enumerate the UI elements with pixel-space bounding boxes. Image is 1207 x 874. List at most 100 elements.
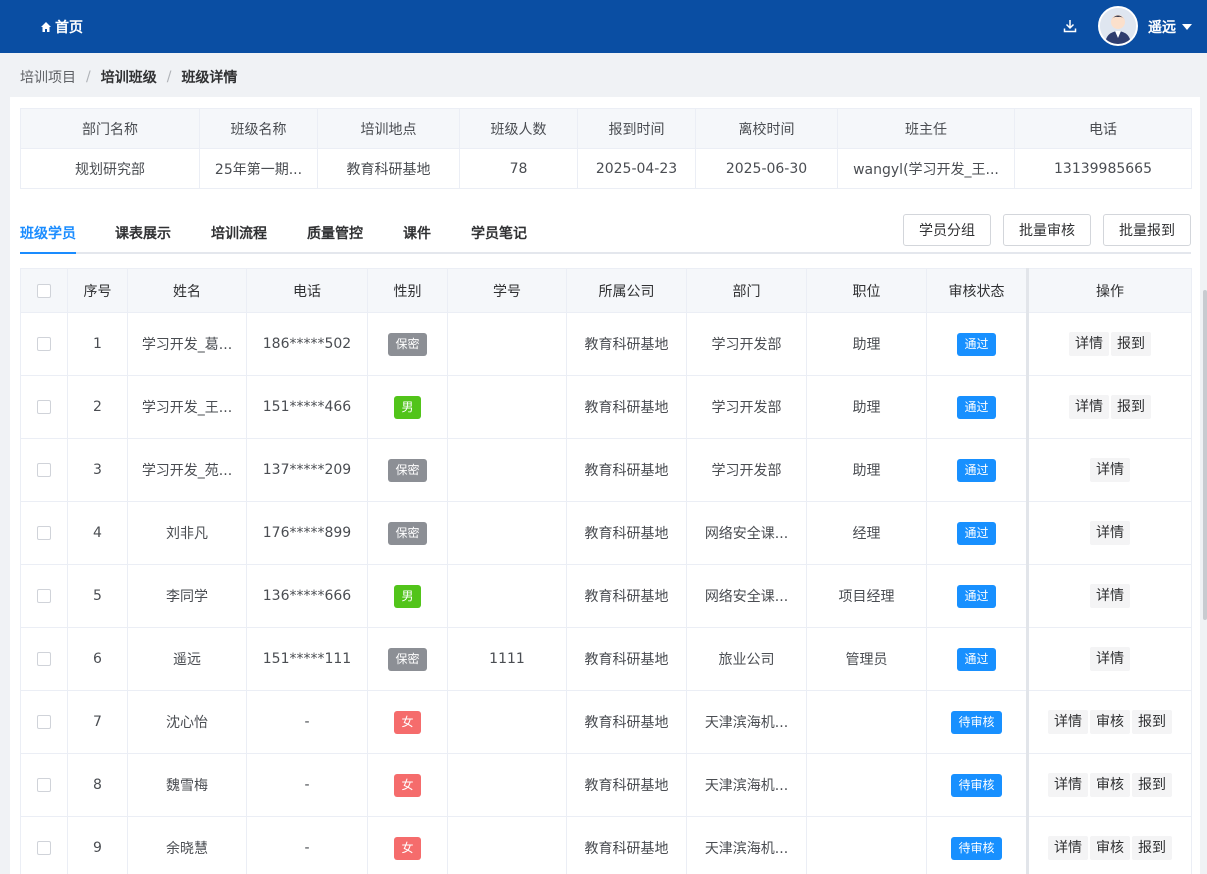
cell-no: 7 xyxy=(67,690,128,754)
breadcrumb-item[interactable]: 培训班级 xyxy=(101,67,157,87)
select-all-checkbox[interactable] xyxy=(37,283,51,298)
cell-company: 教育科研基地 xyxy=(566,753,687,817)
cell-actions: 详情 xyxy=(1026,564,1192,628)
info-header-cell: 电话 xyxy=(1014,108,1192,149)
cell-company: 教育科研基地 xyxy=(566,438,687,502)
cell-actions: 详情 xyxy=(1026,438,1192,502)
batch-checkin-button[interactable]: 批量报到 xyxy=(1103,214,1191,246)
cell-no: 1 xyxy=(67,312,128,376)
row-checkbox[interactable] xyxy=(37,841,51,855)
gender-tag: 保密 xyxy=(388,458,427,482)
checkin-button[interactable]: 报到 xyxy=(1132,710,1172,734)
table-row: 3 学习开发_苑... 137*****209 保密 教育科研基地 学习开发部 助理 通过 详情 xyxy=(20,438,1192,502)
row-checkbox[interactable] xyxy=(37,526,51,540)
cell-gender: 女 xyxy=(367,753,448,817)
detail-button[interactable]: 详情 xyxy=(1069,332,1109,356)
cell-company: 教育科研基地 xyxy=(566,564,687,628)
detail-button[interactable]: 详情 xyxy=(1048,773,1088,797)
cell-no: 4 xyxy=(67,501,128,565)
select-cell xyxy=(20,816,68,874)
cell-company: 教育科研基地 xyxy=(566,690,687,754)
gender-tag: 女 xyxy=(394,773,421,797)
status-badge: 通过 xyxy=(957,395,996,419)
cell-position xyxy=(806,690,927,754)
class-info-value-row: 规划研究部 25年第一期... 教育科研基地 78 2025-04-23 202… xyxy=(20,148,1192,189)
cell-name: 学习开发_苑... xyxy=(127,438,247,502)
info-header-cell: 部门名称 xyxy=(20,108,200,149)
row-checkbox[interactable] xyxy=(37,400,51,414)
cell-company: 教育科研基地 xyxy=(566,312,687,376)
gender-tag: 保密 xyxy=(388,647,427,671)
gender-tag: 女 xyxy=(394,836,421,860)
detail-button[interactable]: 详情 xyxy=(1090,584,1130,608)
column-header: 操作 xyxy=(1026,268,1192,313)
cell-phone: 151*****111 xyxy=(246,627,368,691)
cell-status: 待审核 xyxy=(926,816,1028,874)
table-row: 2 学习开发_王... 151*****466 男 教育科研基地 学习开发部 助理 通过 详情报… xyxy=(20,375,1192,439)
row-checkbox[interactable] xyxy=(37,715,51,729)
row-checkbox[interactable] xyxy=(37,778,51,792)
tab-courseware[interactable]: 课件 xyxy=(403,214,431,254)
student-group-button[interactable]: 学员分组 xyxy=(903,214,991,246)
cell-no: 8 xyxy=(67,753,128,817)
review-button[interactable]: 审核 xyxy=(1090,836,1130,860)
row-checkbox[interactable] xyxy=(37,463,51,477)
select-cell xyxy=(20,438,68,502)
checkin-button[interactable]: 报到 xyxy=(1132,836,1172,860)
class-info-header-row: 部门名称 班级名称 培训地点 班级人数 报到时间 离校时间 班主任 电话 xyxy=(20,108,1192,149)
download-button[interactable] xyxy=(1060,16,1080,36)
page-scrollbar[interactable] xyxy=(1203,290,1207,620)
cell-dept: 学习开发部 xyxy=(686,438,807,502)
tab-training-process[interactable]: 培训流程 xyxy=(211,214,267,254)
cell-phone: 136*****666 xyxy=(246,564,368,628)
detail-button[interactable]: 详情 xyxy=(1090,521,1130,545)
row-checkbox[interactable] xyxy=(37,337,51,351)
review-button[interactable]: 审核 xyxy=(1090,773,1130,797)
tab-quality-control[interactable]: 质量管控 xyxy=(307,214,363,254)
status-badge: 待审核 xyxy=(951,710,1002,734)
column-header: 所属公司 xyxy=(566,268,687,313)
cell-name: 余晓慧 xyxy=(127,816,247,874)
cell-status: 待审核 xyxy=(926,690,1028,754)
detail-button[interactable]: 详情 xyxy=(1090,647,1130,671)
table-row: 4 刘非凡 176*****899 保密 教育科研基地 网络安全课... 经理 通过 详情 xyxy=(20,501,1192,565)
detail-button[interactable]: 详情 xyxy=(1090,458,1130,482)
cell-student-id xyxy=(447,564,567,628)
cell-student-id xyxy=(447,753,567,817)
select-cell xyxy=(20,312,68,376)
breadcrumb-item[interactable]: 培训项目 xyxy=(20,67,76,87)
row-checkbox[interactable] xyxy=(37,652,51,666)
detail-button[interactable]: 详情 xyxy=(1048,836,1088,860)
detail-button[interactable]: 详情 xyxy=(1048,710,1088,734)
status-badge: 通过 xyxy=(957,647,996,671)
cell-gender: 男 xyxy=(367,564,448,628)
review-button[interactable]: 审核 xyxy=(1090,710,1130,734)
column-header: 学号 xyxy=(447,268,567,313)
gender-tag: 保密 xyxy=(388,332,427,356)
user-menu[interactable]: 遥远 xyxy=(1148,0,1192,53)
select-cell xyxy=(20,690,68,754)
cell-phone: - xyxy=(246,753,368,817)
column-header: 部门 xyxy=(686,268,807,313)
cell-position xyxy=(806,816,927,874)
cell-status: 通过 xyxy=(926,438,1028,502)
checkin-button[interactable]: 报到 xyxy=(1132,773,1172,797)
class-info-table: 部门名称 班级名称 培训地点 班级人数 报到时间 离校时间 班主任 电话 规划研… xyxy=(20,108,1192,189)
cell-actions: 详情 审核 报到 xyxy=(1026,753,1192,817)
checkin-button[interactable]: 报到 xyxy=(1111,395,1151,419)
tab-student-notes[interactable]: 学员笔记 xyxy=(471,214,527,254)
tab-schedule[interactable]: 课表展示 xyxy=(115,214,171,254)
home-label: 首页 xyxy=(55,19,83,36)
tab-class-students[interactable]: 班级学员 xyxy=(20,214,76,254)
checkin-button[interactable]: 报到 xyxy=(1111,332,1151,356)
cell-name: 魏雪梅 xyxy=(127,753,247,817)
batch-review-button[interactable]: 批量审核 xyxy=(1003,214,1091,246)
status-badge: 通过 xyxy=(957,332,996,356)
cell-name: 李同学 xyxy=(127,564,247,628)
avatar[interactable] xyxy=(1098,6,1138,46)
home-link[interactable]: 首页 xyxy=(40,0,83,53)
status-badge: 待审核 xyxy=(951,836,1002,860)
detail-button[interactable]: 详情 xyxy=(1069,395,1109,419)
cell-gender: 保密 xyxy=(367,312,448,376)
row-checkbox[interactable] xyxy=(37,589,51,603)
